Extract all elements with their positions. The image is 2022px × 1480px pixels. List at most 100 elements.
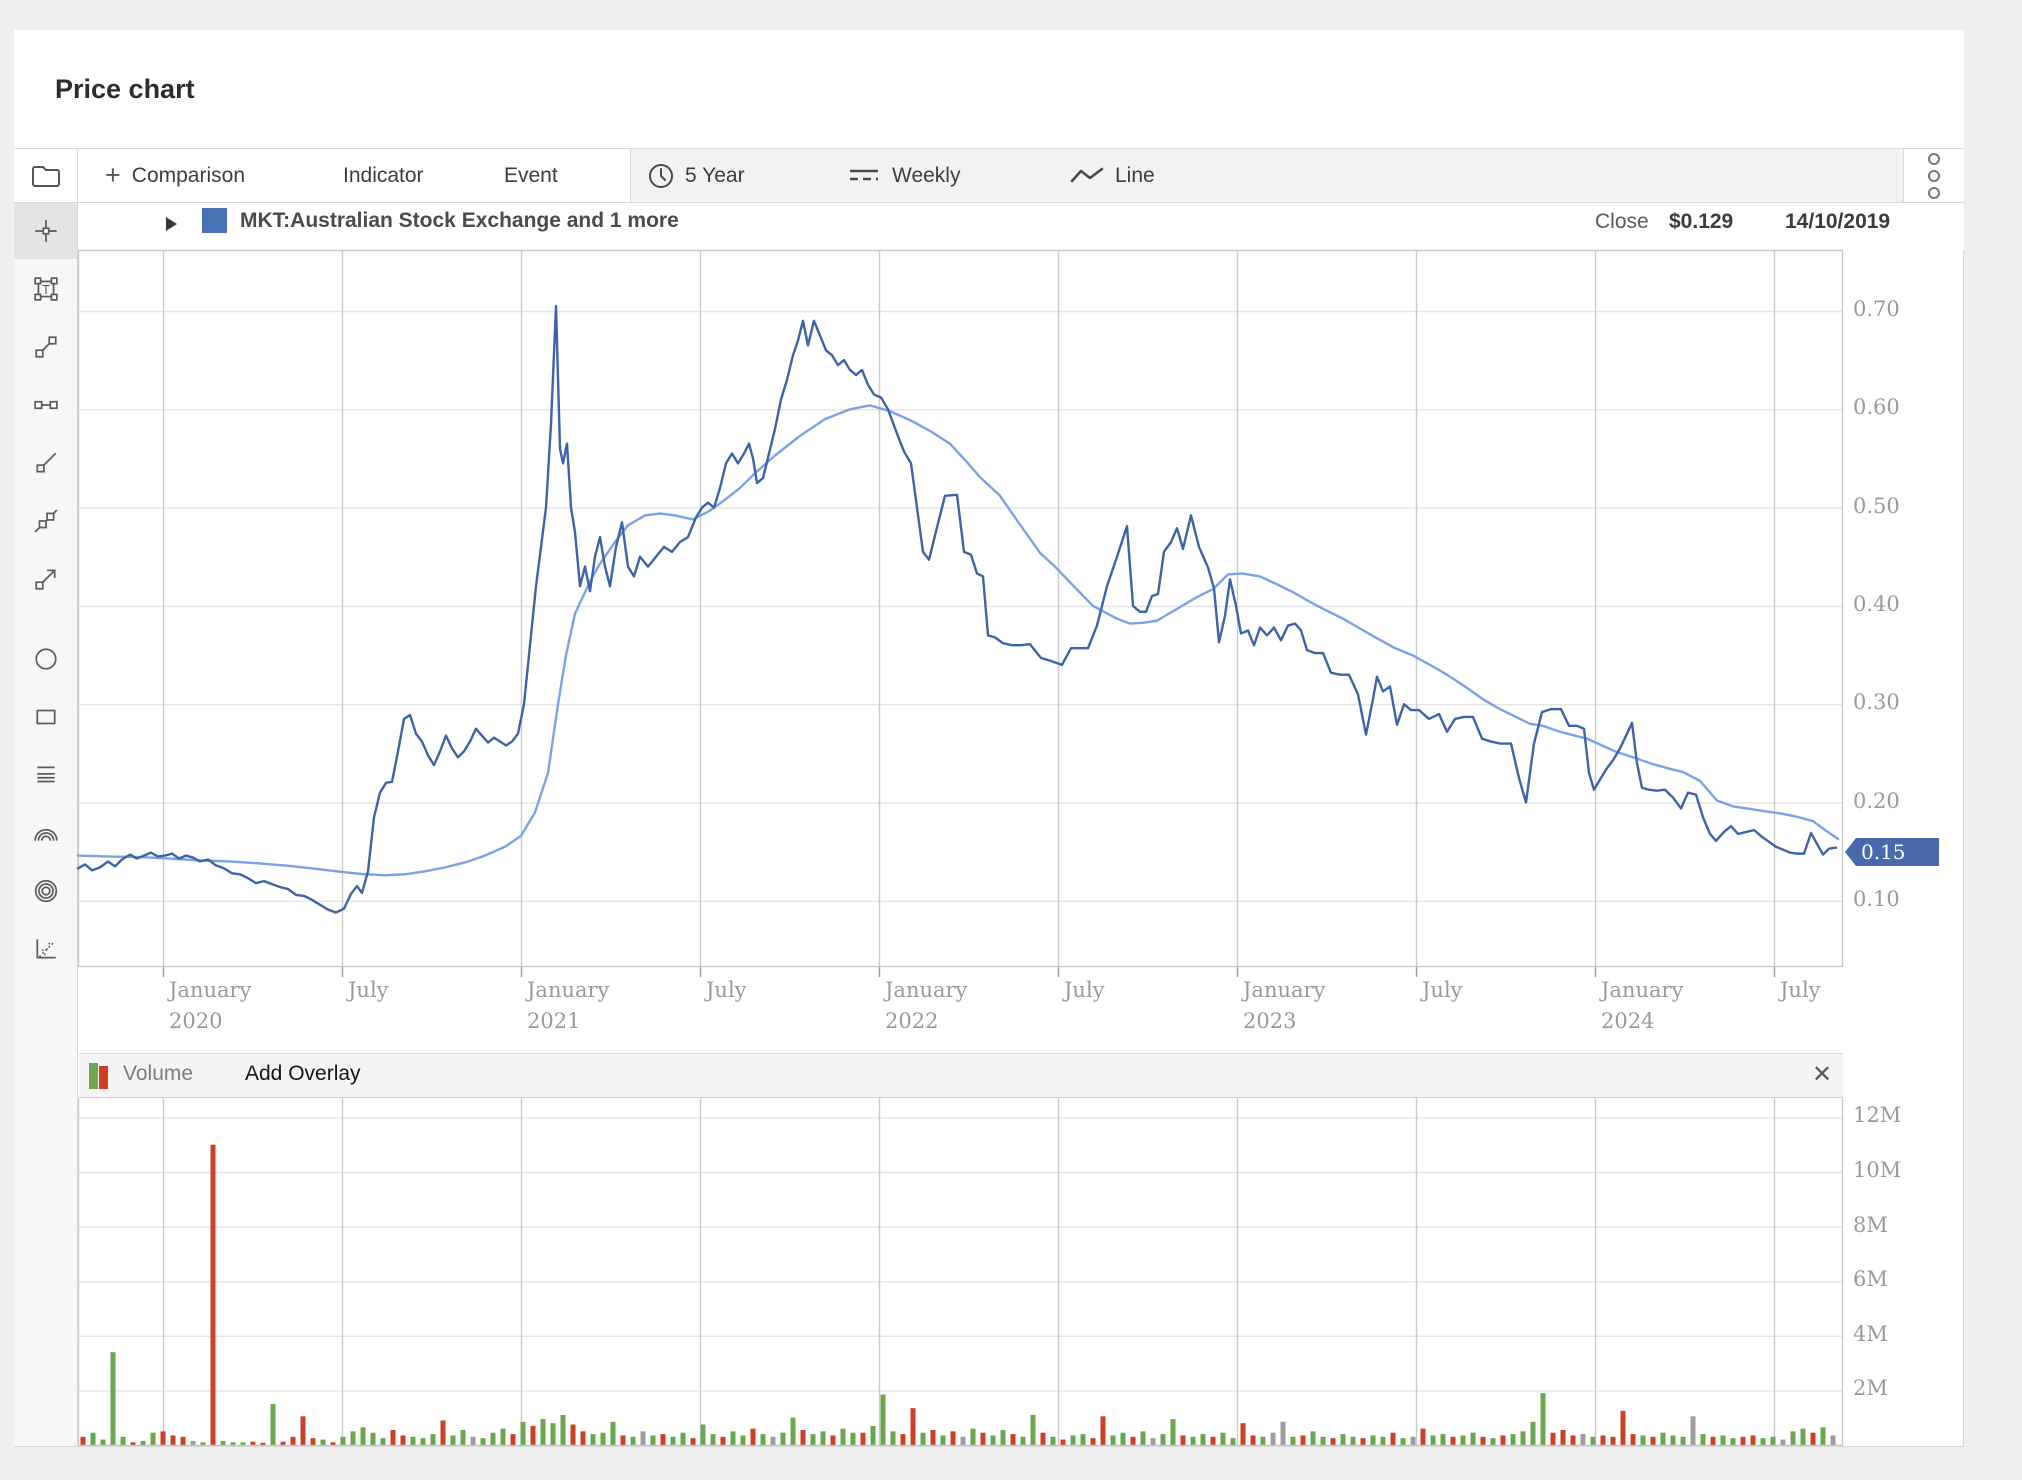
volume-bar — [1351, 1437, 1356, 1445]
time-axis-label: January2021 — [527, 975, 609, 1037]
volume-bar — [861, 1433, 866, 1445]
volume-bar — [1791, 1431, 1796, 1445]
volume-bar — [301, 1416, 306, 1445]
series-legend-label[interactable]: MKT:Australian Stock Exchange and 1 more — [240, 209, 679, 233]
tool-rectangle[interactable] — [14, 689, 77, 745]
price-chart-page: { "header": { "title": "Price chart" }, … — [0, 0, 2022, 1480]
volume-bar — [1081, 1434, 1086, 1445]
time-axis-label: January2020 — [169, 975, 251, 1037]
volume-axis-label: 6M — [1853, 1267, 1888, 1291]
volume-bar — [691, 1438, 696, 1445]
tool-fib-arcs[interactable] — [14, 805, 77, 861]
indicator-button[interactable]: Indicator — [343, 149, 424, 202]
volume-plot-area[interactable] — [78, 1098, 1845, 1451]
volume-bar — [271, 1404, 276, 1445]
volume-bar — [771, 1437, 776, 1445]
close-label: Close — [1595, 210, 1649, 234]
volume-bar — [1301, 1435, 1306, 1445]
volume-bar — [1091, 1438, 1096, 1445]
event-label: Event — [504, 164, 558, 188]
volume-bar — [561, 1415, 566, 1445]
volume-bar — [1071, 1435, 1076, 1445]
volume-bar — [781, 1433, 786, 1445]
tool-ray[interactable] — [14, 435, 77, 491]
legend-expand-icon[interactable] — [166, 217, 177, 231]
volume-bar — [1721, 1435, 1726, 1445]
volume-bar — [1561, 1430, 1566, 1445]
volume-bar — [471, 1437, 476, 1445]
time-axis-label: January2024 — [1601, 975, 1683, 1037]
tool-text-annotation[interactable]: T — [14, 261, 77, 317]
volume-bar — [1461, 1435, 1466, 1445]
tool-horizontal-segment[interactable] — [14, 377, 77, 433]
volume-bar — [141, 1441, 146, 1445]
close-icon[interactable]: ✕ — [1804, 1060, 1840, 1089]
volume-axis-label: 2M — [1853, 1376, 1888, 1400]
volume-bar — [91, 1433, 96, 1445]
volume-bar — [481, 1438, 486, 1445]
volume-bar — [1021, 1437, 1026, 1445]
legend-row: MKT:Australian Stock Exchange and 1 more… — [79, 204, 1964, 250]
more-options-button[interactable] — [1904, 149, 1964, 202]
title-row: Price chart — [14, 30, 1964, 148]
folder-icon — [31, 163, 61, 189]
volume-bar — [201, 1442, 206, 1445]
volume-bar — [941, 1435, 946, 1445]
volume-bar — [1801, 1429, 1806, 1445]
comparison-button[interactable]: + Comparison — [105, 149, 245, 202]
volume-bar — [111, 1352, 116, 1445]
event-button[interactable]: Event — [504, 149, 558, 202]
price-axis-label: 0.20 — [1853, 789, 1900, 813]
volume-bar — [1291, 1437, 1296, 1445]
chart-type-button[interactable]: Line — [1070, 149, 1155, 202]
save-load-button[interactable] — [14, 149, 78, 202]
range-button[interactable]: 5 Year — [648, 149, 745, 202]
interval-button[interactable]: Weekly — [847, 149, 960, 202]
volume-bar — [721, 1437, 726, 1445]
volume-bar — [1181, 1435, 1186, 1445]
volume-bar — [211, 1145, 216, 1445]
volume-bar — [401, 1435, 406, 1445]
volume-bar — [1061, 1440, 1066, 1445]
price-plot-area[interactable] — [78, 250, 1845, 984]
volume-bar — [821, 1431, 826, 1445]
trend-line-icon — [33, 334, 59, 360]
volume-bar — [1331, 1438, 1336, 1445]
volume-bar — [1641, 1435, 1646, 1445]
volume-bar — [961, 1437, 966, 1445]
tool-extended-line[interactable] — [14, 493, 77, 549]
volume-bar — [361, 1427, 366, 1445]
volume-bar — [371, 1433, 376, 1445]
volume-bar — [1001, 1430, 1006, 1445]
tool-fib-circles[interactable] — [14, 863, 77, 919]
tool-regression[interactable] — [14, 921, 77, 977]
volume-bar — [631, 1437, 636, 1445]
clock-icon — [648, 163, 674, 189]
add-overlay-button[interactable]: Add Overlay — [245, 1062, 361, 1086]
volume-bar — [1511, 1434, 1516, 1445]
tool-ellipse[interactable] — [14, 631, 77, 687]
volume-bar — [511, 1434, 516, 1445]
volume-bar — [521, 1422, 526, 1445]
volume-bar — [1361, 1438, 1366, 1445]
chart-type-label: Line — [1115, 164, 1155, 188]
tool-arrow[interactable] — [14, 551, 77, 607]
volume-bar — [1751, 1435, 1756, 1445]
volume-bar — [251, 1442, 256, 1445]
volume-bar — [911, 1408, 916, 1445]
volume-bar — [981, 1433, 986, 1445]
volume-bar — [311, 1438, 316, 1445]
series-line-mkt-australian-stock-exchange — [78, 306, 1836, 913]
tool-trend-line[interactable] — [14, 319, 77, 375]
volume-bar — [1541, 1393, 1546, 1445]
volume-bar — [1171, 1419, 1176, 1445]
tool-crosshair[interactable] — [14, 203, 77, 259]
volume-bar — [1151, 1438, 1156, 1445]
volume-label: Volume — [123, 1062, 193, 1086]
text-annotation-icon: T — [33, 276, 59, 302]
volume-bar — [741, 1435, 746, 1445]
volume-bars-icon — [89, 1063, 109, 1089]
last-price-badge: 0.15 — [1845, 838, 1939, 866]
tool-fib-retracement[interactable] — [14, 747, 77, 803]
volume-bar — [1771, 1437, 1776, 1445]
